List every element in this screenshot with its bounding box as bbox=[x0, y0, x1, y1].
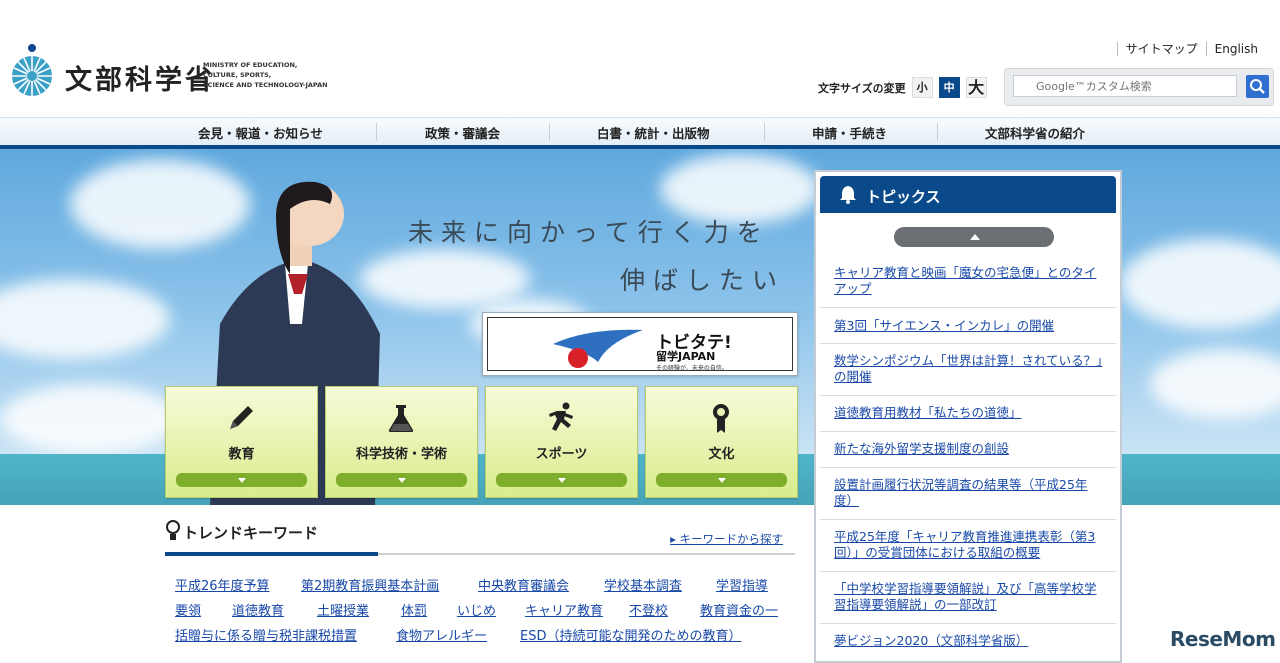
tile-expand-arrow[interactable] bbox=[656, 473, 787, 487]
cloud bbox=[0, 384, 180, 454]
banner-frame: トビタテ! 留学JAPAN その経験が、未来の自信。 bbox=[487, 317, 793, 372]
keyword-link[interactable]: 土曜授業 bbox=[317, 600, 369, 619]
tile-sports[interactable]: スポーツ bbox=[485, 386, 638, 498]
keyword-link[interactable]: 第2期教育振興基本計画 bbox=[301, 575, 439, 594]
keyword-link[interactable]: 平成26年度予算 bbox=[175, 575, 270, 594]
keyword-link[interactable]: 体罰 bbox=[401, 600, 427, 619]
search-input[interactable] bbox=[1013, 75, 1237, 97]
mext-emblem-icon bbox=[12, 44, 52, 96]
keyword-link[interactable]: 中央教育審議会 bbox=[478, 575, 569, 594]
font-size-medium-button[interactable]: 中 bbox=[938, 77, 960, 98]
search-button[interactable] bbox=[1246, 75, 1269, 98]
topic-link[interactable]: 「中学校学習指導要領解説」及び「高等学校学習指導要領解説」の一部改訂 bbox=[834, 581, 1104, 613]
tile-label: 教育 bbox=[228, 447, 255, 462]
tile-culture[interactable]: 文化 bbox=[645, 386, 798, 498]
topic-divider bbox=[820, 467, 1116, 468]
topic-link[interactable]: 数学シンポジウム「世界は計算！されている？」の開催 bbox=[834, 353, 1104, 385]
medal-icon bbox=[713, 404, 729, 433]
topic-link[interactable]: 新たな海外留学支援制度の創設 bbox=[834, 441, 1104, 457]
search-icon bbox=[1250, 79, 1265, 94]
english-link[interactable]: English bbox=[1205, 42, 1266, 56]
tile-label: スポーツ bbox=[535, 447, 588, 462]
tile-expand-arrow[interactable] bbox=[496, 473, 627, 487]
sitemap-link[interactable]: サイトマップ bbox=[1116, 42, 1206, 56]
trend-title: トレンドキーワード bbox=[183, 524, 319, 542]
cloud bbox=[1120, 239, 1280, 329]
keyword-link[interactable]: 学校基本調査 bbox=[604, 575, 682, 594]
topic-divider bbox=[820, 519, 1116, 520]
topic-link[interactable]: 設置計画履行状況等調査の結果等（平成25年度） bbox=[834, 477, 1104, 509]
topic-divider bbox=[820, 395, 1116, 396]
keyword-link[interactable]: 学習指導 bbox=[716, 575, 768, 594]
topic-link[interactable]: 道徳教育用教材「私たちの道徳」 bbox=[834, 405, 1104, 421]
keyword-link[interactable]: ESD（持続可能な開発のための教育） bbox=[520, 625, 741, 644]
topics-header: トピックス bbox=[820, 176, 1116, 213]
keyword-link[interactable]: キャリア教育 bbox=[525, 600, 603, 619]
keyword-link[interactable]: いじめ bbox=[457, 600, 496, 619]
trend-keywords: トレンドキーワード ▸ キーワードから探す 平成26年度予算 第2期教育振興基本… bbox=[165, 505, 795, 663]
topics-title: トピックス bbox=[866, 188, 941, 206]
keyword-link[interactable]: 道徳教育 bbox=[232, 600, 284, 619]
global-nav: 会見・報道・お知らせ 政策・審議会 白書・統計・出版物 申請・手続き 文部科学省… bbox=[0, 117, 1280, 146]
cloud bbox=[0, 279, 170, 359]
keyword-link[interactable]: 要領 bbox=[175, 600, 201, 619]
nav-item-about[interactable]: 文部科学省の紹介 bbox=[985, 123, 1085, 142]
topic-link[interactable]: 夢ビジョン2020（文部科学省版） bbox=[834, 633, 1104, 649]
topic-divider bbox=[820, 343, 1116, 344]
keyword-link[interactable]: 教育資金の一 bbox=[700, 600, 778, 619]
topic-link[interactable]: 平成25年度「キャリア教育推進連携表彰（第3回）」の受賞団体における取組の概要 bbox=[834, 529, 1104, 561]
trend-underline bbox=[378, 553, 795, 555]
font-size-small-button[interactable]: 小 bbox=[911, 77, 933, 98]
topic-divider bbox=[820, 623, 1116, 624]
tile-science[interactable]: 科学技術・学術 bbox=[325, 386, 478, 498]
nav-item-press[interactable]: 会見・報道・お知らせ bbox=[198, 123, 323, 142]
tobitate-banner[interactable]: トビタテ! 留学JAPAN その経験が、未来の自信。 bbox=[482, 312, 798, 376]
topics-scroll-up-button[interactable] bbox=[894, 227, 1054, 247]
cloud bbox=[1150, 349, 1280, 419]
font-size-large-button[interactable]: 大 bbox=[965, 77, 987, 98]
hero-tagline-line1: 未来に向かって行く力を bbox=[408, 218, 770, 247]
topic-divider bbox=[820, 307, 1116, 308]
nav-divider bbox=[549, 123, 550, 141]
logo-english-text: MINISTRY OF EDUCATION, CULTURE, SPORTS, … bbox=[203, 61, 328, 89]
site-header: 文部科学省 MINISTRY OF EDUCATION, CULTURE, SP… bbox=[0, 0, 1280, 117]
keyword-link[interactable]: 食物アレルギー bbox=[396, 625, 487, 644]
keyword-link[interactable]: 括贈与に係る贈与税非課税措置 bbox=[175, 625, 357, 644]
font-size-switcher: 文字サイズの変更 小 中 大 bbox=[818, 77, 987, 98]
hero-tagline-line2: 伸ばしたい bbox=[620, 266, 786, 295]
lightbulb-icon bbox=[166, 520, 180, 540]
nav-divider bbox=[376, 123, 377, 141]
topics-panel: トピックス キャリア教育と映画「魔女の宅急便」とのタイアップ 第3回「サイエンス… bbox=[814, 170, 1122, 663]
flask-icon bbox=[388, 405, 414, 432]
nav-item-applications[interactable]: 申請・手続き bbox=[812, 123, 887, 142]
topic-link[interactable]: 第3回「サイエンス・インカレ」の開催 bbox=[834, 318, 1104, 334]
utility-links: サイトマップ English bbox=[1116, 40, 1266, 57]
nav-divider bbox=[764, 123, 765, 141]
logo-japanese-text: 文部科学省 bbox=[65, 65, 215, 96]
tile-label: 文化 bbox=[708, 447, 735, 462]
tile-education[interactable]: 教育 bbox=[165, 386, 318, 498]
tile-label: 科学技術・学術 bbox=[355, 447, 447, 462]
banner-subtitle: 留学JAPAN bbox=[656, 350, 716, 363]
nav-item-policy[interactable]: 政策・審議会 bbox=[425, 123, 500, 142]
paper-plane-icon bbox=[553, 329, 643, 368]
banner-note: その経験が、未来の自信。 bbox=[656, 365, 728, 372]
trend-underline-accent bbox=[165, 552, 378, 556]
topic-divider bbox=[820, 431, 1116, 432]
pencil-icon bbox=[230, 406, 253, 429]
nav-item-publications[interactable]: 白書・統計・出版物 bbox=[597, 123, 710, 142]
site-search bbox=[1004, 68, 1274, 106]
keyword-search-link[interactable]: ▸ キーワードから探す bbox=[670, 531, 783, 547]
keyword-link[interactable]: 不登校 bbox=[629, 600, 668, 619]
tile-expand-arrow[interactable] bbox=[336, 473, 467, 487]
watermark-logo: ReseMom bbox=[1170, 627, 1276, 651]
bell-icon bbox=[840, 186, 856, 204]
topic-link[interactable]: キャリア教育と映画「魔女の宅急便」とのタイアップ bbox=[834, 265, 1104, 297]
nav-divider bbox=[937, 123, 938, 141]
topic-divider bbox=[820, 571, 1116, 572]
runner-icon bbox=[549, 402, 573, 431]
tile-expand-arrow[interactable] bbox=[176, 473, 307, 487]
site-logo[interactable]: 文部科学省 MINISTRY OF EDUCATION, CULTURE, SP… bbox=[10, 43, 340, 101]
font-size-label: 文字サイズの変更 bbox=[818, 81, 906, 95]
